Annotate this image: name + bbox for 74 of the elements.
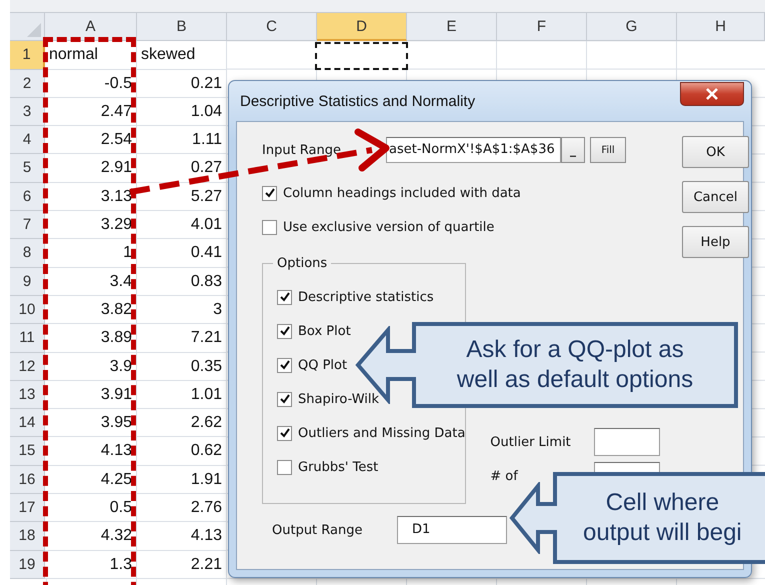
row-header[interactable]: 15 (10, 437, 45, 466)
table-cell: 0.21 (137, 70, 227, 98)
field-label: # of (490, 468, 520, 484)
row-header[interactable]: 18 (10, 522, 45, 551)
row-header[interactable]: 1 (10, 41, 45, 70)
table-cell: 2.62 (137, 409, 227, 438)
input-field[interactable] (594, 428, 660, 456)
checkbox-label: Shapiro-Wilk (298, 392, 380, 406)
row-header[interactable]: 3 (10, 98, 45, 126)
row-header[interactable]: 10 (10, 296, 45, 324)
row-header[interactable]: 12 (10, 352, 45, 381)
checkbox-label: Box Plot (298, 324, 351, 338)
dialog-button[interactable]: OK (682, 136, 749, 168)
checkbox-label: Use exclusive version of quartile (283, 220, 494, 234)
row-header[interactable]: 19 (10, 550, 45, 579)
row-header[interactable]: 17 (10, 494, 45, 522)
checkbox-label: Outliers and Missing Data (298, 426, 466, 440)
row-header[interactable]: 4 (10, 126, 45, 154)
checkbox[interactable] (277, 460, 292, 474)
column-header[interactable]: A (45, 13, 137, 42)
table-cell: -0.5 (45, 70, 137, 98)
dialog-button[interactable]: Help (682, 226, 749, 258)
checkbox-label: QQ Plot (298, 358, 348, 372)
close-button[interactable] (680, 82, 744, 106)
table-cell: 0.35 (137, 352, 227, 381)
row-header[interactable]: 11 (10, 324, 45, 353)
column-header[interactable]: C (227, 13, 317, 42)
dialog-button[interactable]: Cancel (682, 181, 749, 213)
field-label: Input Range (262, 142, 342, 158)
group-title: Options (276, 256, 328, 271)
input-field[interactable]: aset-NormX'!$A$1:$A$36 (386, 137, 561, 163)
input-field[interactable] (594, 462, 660, 472)
fill-button[interactable]: Fill (590, 137, 626, 163)
checkbox[interactable] (262, 186, 277, 200)
close-icon (705, 88, 719, 100)
checkbox-label: Column headings included with data (283, 186, 521, 200)
row-header[interactable]: 13 (10, 380, 45, 410)
window-title: Descriptive Statistics and Normality (239, 92, 476, 110)
checkbox[interactable] (277, 324, 292, 338)
table-cell: 2.54 (45, 126, 137, 154)
row-header[interactable]: 6 (10, 182, 45, 212)
column-header[interactable]: F (497, 13, 587, 42)
corner-triangle-icon (27, 23, 41, 38)
row-header[interactable]: 2 (10, 70, 45, 98)
column-header[interactable]: B (137, 13, 227, 42)
row-header[interactable]: 16 (10, 466, 45, 494)
field-label: Outlier Limit (490, 434, 572, 450)
row-header[interactable]: 9 (10, 268, 45, 296)
callout-text: Cell where output will begi (583, 488, 742, 548)
table-cell: 3.9 (45, 352, 137, 381)
callout-text: Ask for a QQ-plot as well as default options (456, 335, 694, 395)
checkbox-label: Grubbs' Test (298, 460, 378, 474)
table-cell: 1.3 (45, 550, 137, 579)
column-header[interactable]: G (587, 13, 677, 42)
table-cell: 4.01 (137, 211, 227, 240)
row-header[interactable]: 5 (10, 154, 45, 183)
row-header[interactable]: 8 (10, 239, 45, 268)
checkbox[interactable] (277, 392, 292, 406)
checkbox[interactable] (277, 426, 292, 440)
row-header[interactable]: 7 (10, 211, 45, 240)
table-cell: 1.11 (137, 126, 227, 154)
checkbox[interactable] (277, 290, 292, 304)
column-header[interactable]: H (677, 13, 765, 42)
collapse-button[interactable]: _ (561, 137, 585, 163)
input-field[interactable]: D1 (397, 516, 507, 544)
checkbox[interactable] (262, 220, 277, 234)
selected-cell[interactable] (315, 42, 408, 70)
field-label: Output Range (272, 522, 364, 538)
column-header[interactable]: D (317, 13, 407, 42)
checkbox[interactable] (277, 358, 292, 372)
checkbox-label: Descriptive statistics (298, 290, 434, 304)
column-header[interactable]: E (407, 13, 497, 42)
row-header[interactable]: 14 (10, 409, 45, 438)
table-cell: 2.21 (137, 550, 227, 579)
